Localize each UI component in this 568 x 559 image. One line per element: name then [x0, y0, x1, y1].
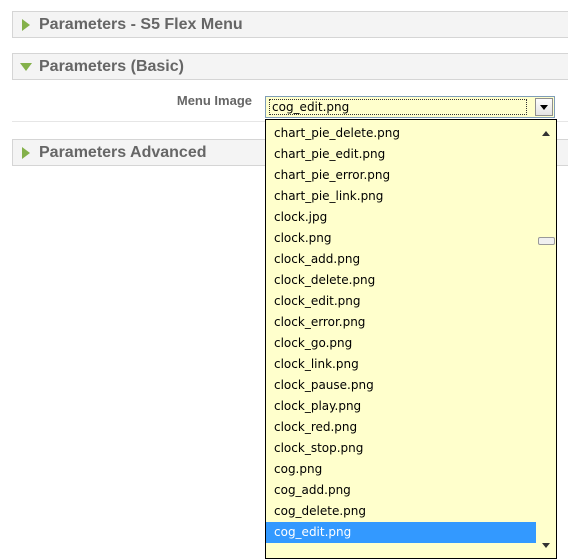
menu-image-dropdown-list[interactable]: chart_pie_delete.png chart_pie_edit.png ch…	[265, 119, 557, 559]
dropdown-option[interactable]: cog_add.png	[266, 480, 536, 501]
menu-image-label: Menu Image	[176, 93, 252, 108]
dropdown-option[interactable]: clock.png	[266, 228, 536, 249]
dropdown-option[interactable]: chart_pie_delete.png	[266, 123, 536, 144]
dropdown-option[interactable]: clock_add.png	[266, 249, 536, 270]
chevron-down-icon	[540, 104, 548, 110]
collapse-arrow-icon	[13, 62, 39, 71]
dropdown-option[interactable]: clock_edit.png	[266, 291, 536, 312]
scroll-up-arrow-icon[interactable]	[536, 124, 556, 142]
panel-title: Parameters Advanced	[39, 143, 207, 161]
dropdown-option[interactable]: clock_link.png	[266, 354, 536, 375]
dropdown-option[interactable]: clock_error.png	[266, 312, 536, 333]
dropdown-option[interactable]: cog_delete.png	[266, 501, 536, 522]
panel-header-s5-flex-menu[interactable]: Parameters - S5 Flex Menu	[12, 11, 568, 38]
dropdown-option[interactable]: clock_go.png	[266, 333, 536, 354]
dropdown-option[interactable]: cog.png	[266, 459, 536, 480]
dropdown-button[interactable]	[535, 98, 553, 116]
scroll-thumb[interactable]	[538, 237, 555, 245]
panel-header-basic[interactable]: Parameters (Basic)	[12, 53, 568, 80]
select-current-value: cog_edit.png	[269, 99, 527, 115]
panel-title: Parameters (Basic)	[39, 57, 184, 75]
dropdown-option[interactable]: clock_pause.png	[266, 375, 536, 396]
menu-image-select[interactable]: cog_edit.png	[265, 96, 555, 118]
dropdown-option[interactable]: clock_red.png	[266, 417, 536, 438]
panel-title: Parameters - S5 Flex Menu	[39, 15, 243, 33]
dropdown-option[interactable]: clock_stop.png	[266, 438, 536, 459]
dropdown-option[interactable]: clock.jpg	[266, 207, 536, 228]
dropdown-option[interactable]: chart_pie_link.png	[266, 186, 536, 207]
dropdown-option[interactable]: clock_delete.png	[266, 270, 536, 291]
dropdown-option[interactable]: clock_play.png	[266, 396, 536, 417]
option-list: chart_pie_delete.png chart_pie_edit.png ch…	[266, 123, 536, 543]
dropdown-option[interactable]: chart_pie_error.png	[266, 165, 536, 186]
expand-arrow-icon	[13, 18, 39, 31]
expand-arrow-icon	[13, 146, 39, 159]
dropdown-option[interactable]: cog_edit.png	[266, 522, 536, 543]
dropdown-scrollbar[interactable]	[536, 120, 556, 558]
scroll-down-arrow-icon[interactable]	[536, 536, 556, 554]
dropdown-option[interactable]: chart_pie_edit.png	[266, 144, 536, 165]
